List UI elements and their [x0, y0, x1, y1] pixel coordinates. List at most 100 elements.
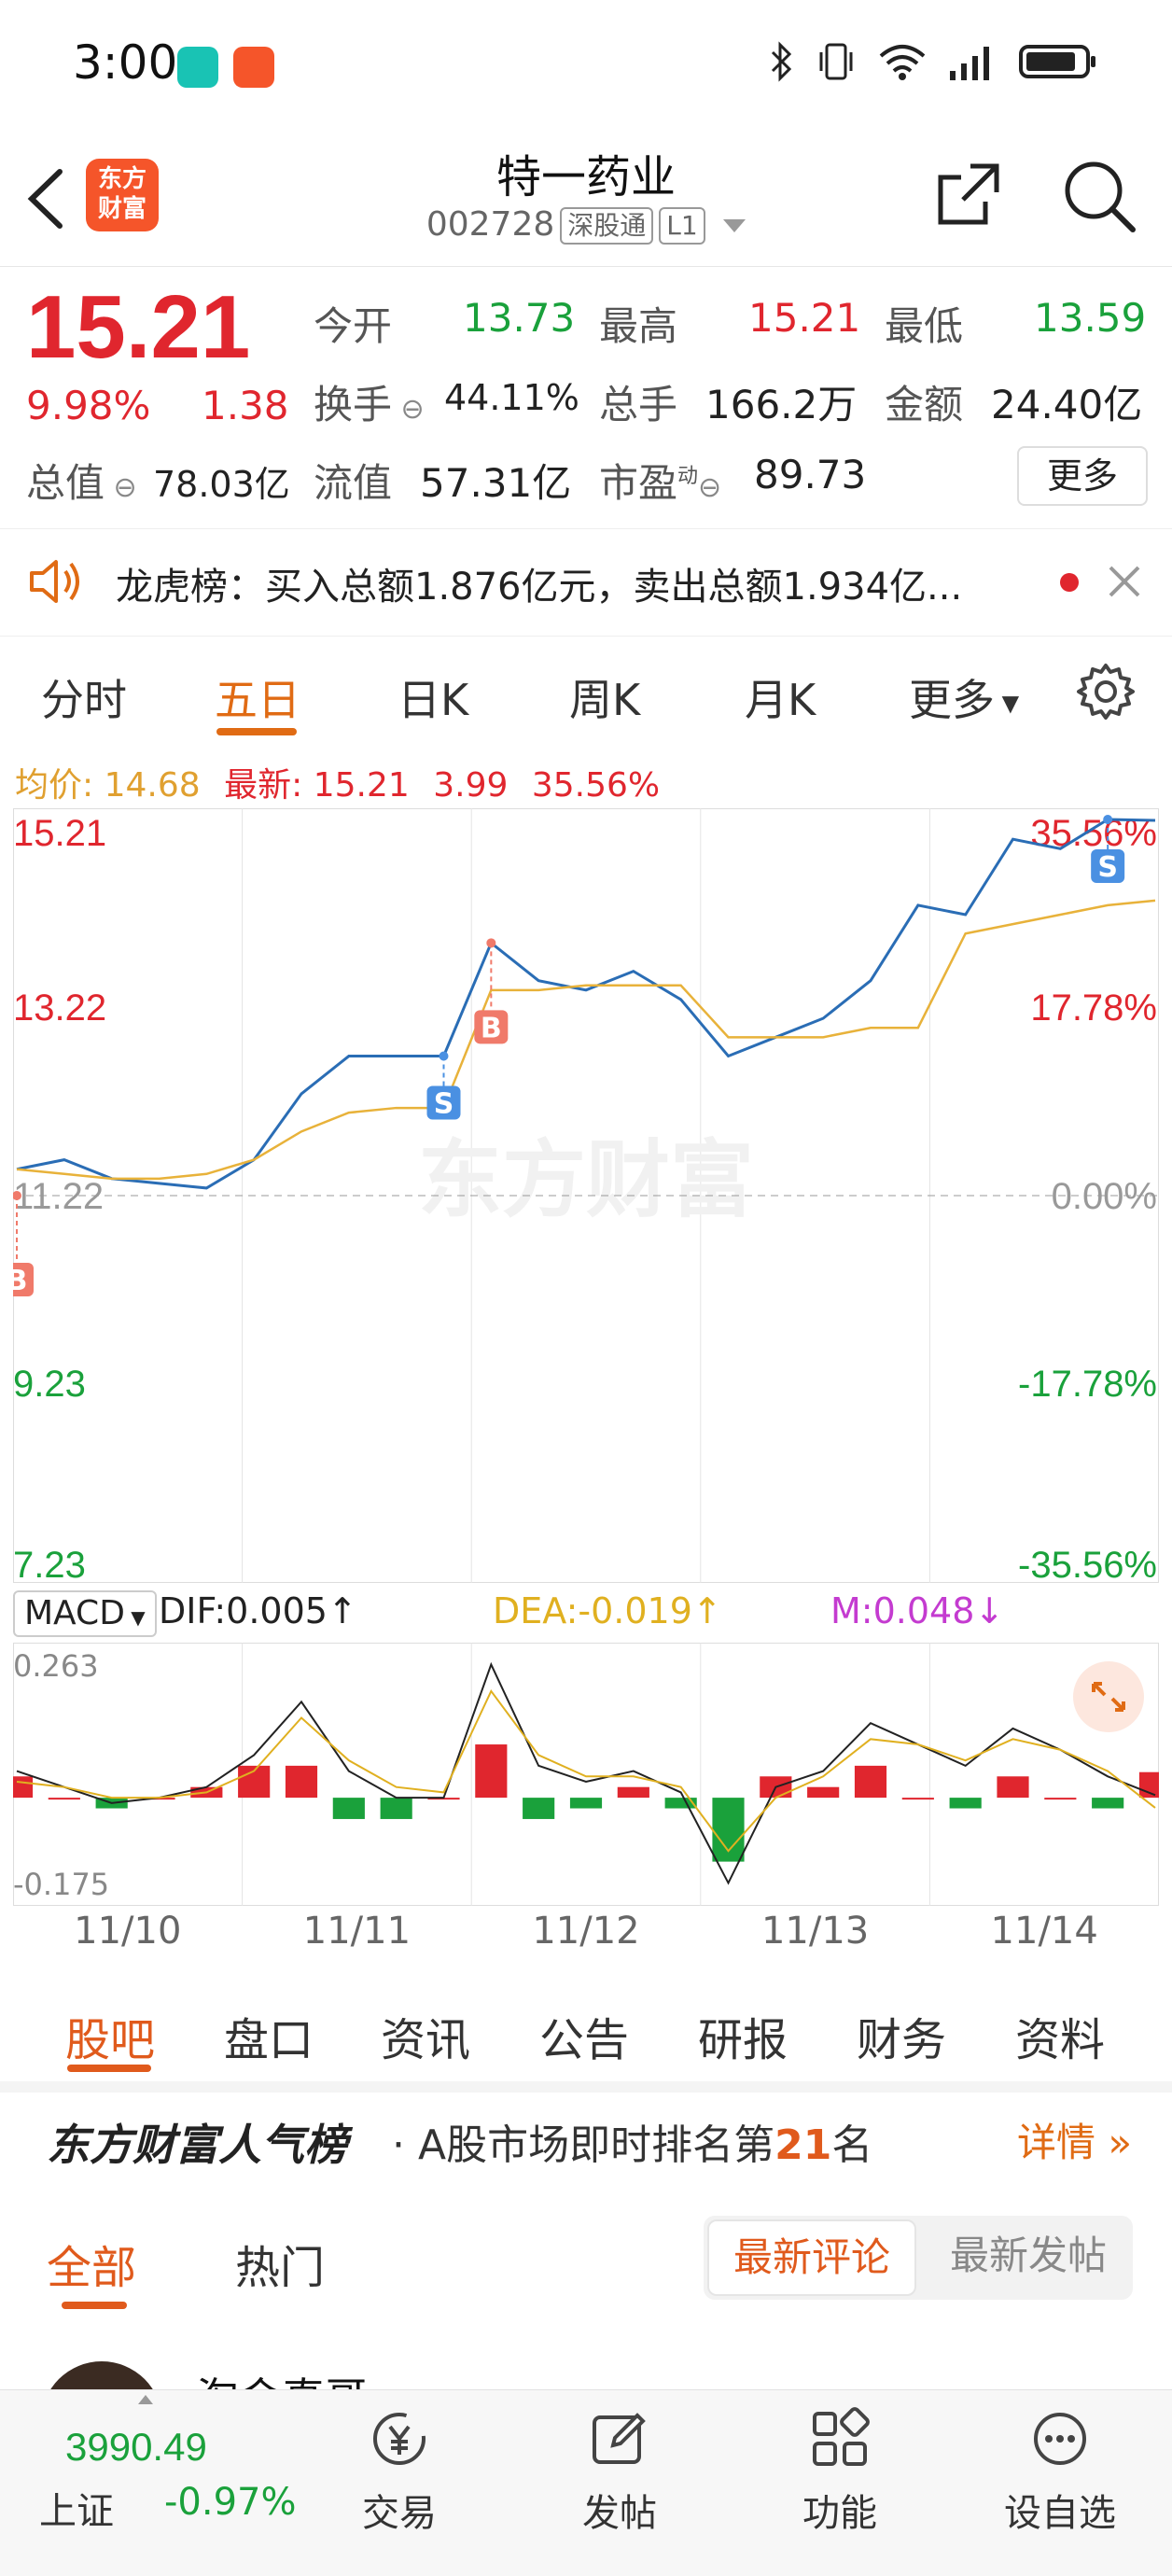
- stock-code: 002728: [426, 205, 555, 244]
- sort-latest-comment[interactable]: 最新评论: [707, 2219, 916, 2296]
- nav-trade-label: 交易: [362, 2492, 437, 2535]
- search-icon[interactable]: [1060, 157, 1138, 235]
- index-name[interactable]: 上证: [39, 2481, 114, 2535]
- nav-trade[interactable]: 交易: [325, 2406, 474, 2537]
- macd-chart[interactable]: 0.263 -0.175: [13, 1643, 1159, 1906]
- turnover-label[interactable]: 换手 ⊖: [314, 373, 425, 430]
- settings-gear-icon[interactable]: [1075, 661, 1137, 722]
- dea-value: DEA:-0.019↑: [493, 1590, 722, 1631]
- macd-bar: [523, 1798, 555, 1819]
- open-label: 今开: [314, 303, 393, 349]
- amount-value: 24.40亿: [991, 382, 1143, 427]
- dropdown-triangle-icon[interactable]: [723, 219, 746, 232]
- popularity-rank-text: · A股市场即时排名第21名: [392, 2121, 873, 2169]
- tab-news[interactable]: 资讯: [381, 2003, 470, 2068]
- y-tick-label: 13.22: [13, 987, 106, 1029]
- macd-dea-line: [16, 1689, 1156, 1853]
- watermark: 东方财富: [418, 1131, 754, 1229]
- grid-icon: [813, 2407, 870, 2466]
- rank-detail-link[interactable]: 详情 »: [1017, 2111, 1132, 2168]
- expand-icon: [1092, 1682, 1125, 1712]
- current-price: 15.21: [26, 277, 251, 377]
- y-tick-label: 11.22: [13, 1176, 104, 1217]
- tab-daily-k[interactable]: 日K: [398, 666, 468, 728]
- x-tick-label: 11/11: [302, 1910, 412, 1953]
- mktcap-label[interactable]: 总值 ⊖: [26, 452, 137, 509]
- y-tick-pct-label: -17.78%: [1018, 1364, 1157, 1405]
- level-tag[interactable]: L1: [659, 207, 705, 245]
- x-tick-label: 11/13: [760, 1910, 870, 1953]
- macd-dif-line: [16, 1661, 1156, 1885]
- tab-more[interactable]: 更多 ▼: [909, 666, 1019, 728]
- tab-finance[interactable]: 财务: [857, 2003, 946, 2068]
- marker-label: S: [434, 1088, 454, 1121]
- pe-label[interactable]: 市盈动⊖: [599, 452, 721, 509]
- feed-tab-all[interactable]: 全部: [47, 2231, 136, 2296]
- tab-intraday[interactable]: 分时: [41, 666, 127, 728]
- notice-text[interactable]: 龙虎榜：买入总额1.876亿元，卖出总额1.934亿...: [116, 556, 962, 610]
- expand-button[interactable]: [1073, 1661, 1144, 1732]
- nav-add-watchlist[interactable]: 设自选: [985, 2406, 1135, 2537]
- bluetooth-icon: [771, 41, 792, 82]
- amount-label: 金额: [885, 382, 964, 427]
- macd-bar: [48, 1798, 80, 1800]
- y-tick-pct-label: 17.78%: [1030, 987, 1157, 1029]
- latest-label: 最新:: [224, 766, 303, 805]
- tab-order-book[interactable]: 盘口: [224, 2003, 314, 2068]
- battery-icon: [1019, 45, 1095, 78]
- macd-bar: [1044, 1798, 1077, 1800]
- pe-value: 89.73: [754, 452, 867, 497]
- nav-functions-label: 功能: [802, 2492, 877, 2535]
- volume-label: 总手: [599, 382, 678, 427]
- yen-circle-icon: [373, 2413, 426, 2465]
- m-value: M:0.048↓: [830, 1590, 1005, 1631]
- marker-label: S: [1097, 851, 1118, 884]
- macd-bar: [617, 1786, 649, 1799]
- tab-monthly-k[interactable]: 月K: [745, 666, 816, 728]
- y-tick-label: 9.23: [13, 1364, 86, 1405]
- tab-five-day[interactable]: 五日: [215, 666, 300, 728]
- more-button[interactable]: 更多: [1017, 446, 1148, 506]
- macd-max-label: 0.263: [13, 1648, 99, 1684]
- close-icon[interactable]: [1107, 564, 1142, 599]
- eastmoney-app-icon: [233, 47, 274, 88]
- hk-connect-tag: 深股通: [560, 207, 654, 245]
- active-bottom-tab-underline: [67, 2065, 151, 2072]
- sort-latest-post[interactable]: 最新发帖: [926, 2219, 1131, 2296]
- tab-weekly-k[interactable]: 周K: [569, 666, 640, 728]
- edit-icon: [593, 2413, 646, 2464]
- chart-legend: 均价: 14.68 最新: 15.21 3.99 35.56%: [15, 758, 660, 806]
- unread-dot: [1060, 573, 1079, 592]
- index-change[interactable]: -0.97%: [164, 2481, 297, 2524]
- high-label: 最高: [599, 303, 678, 349]
- status-icons: [769, 39, 1097, 84]
- index-value[interactable]: 3990.49: [65, 2425, 207, 2470]
- tab-research[interactable]: 研报: [698, 2003, 788, 2068]
- index-expand-icon[interactable]: [138, 2395, 153, 2404]
- tab-guba[interactable]: 股吧: [65, 2003, 155, 2068]
- y-tick-label: 7.23: [13, 1545, 86, 1583]
- nav-functions[interactable]: 功能: [765, 2406, 914, 2537]
- float-label: 流值: [314, 460, 393, 506]
- macd-bar: [380, 1798, 412, 1819]
- vibrate-icon: [819, 43, 853, 80]
- tab-announcements[interactable]: 公告: [539, 2003, 629, 2068]
- high-value: 15.21: [748, 295, 861, 341]
- open-value: 13.73: [463, 295, 576, 341]
- feed-tab-hot[interactable]: 热门: [235, 2231, 325, 2296]
- low-value: 13.59: [1034, 295, 1147, 341]
- marker-dot: [439, 1051, 449, 1061]
- nav-post[interactable]: 发帖: [545, 2406, 694, 2537]
- latest-change: 3.99: [433, 766, 509, 805]
- marker-dot: [486, 938, 496, 948]
- change-percent: 9.98%: [26, 383, 151, 428]
- share-icon[interactable]: [933, 159, 1004, 230]
- y-tick-pct-label: 0.00%: [1052, 1176, 1157, 1217]
- mktcap-value: 78.03亿: [153, 464, 290, 505]
- macd-bar: [285, 1765, 318, 1799]
- price-chart[interactable]: 东方财富15.21 35.56%13.22 17.78%11.22 0.00%9.23…: [13, 808, 1159, 1583]
- indicator-select[interactable]: MACD ▼: [13, 1590, 157, 1637]
- tab-profile[interactable]: 资料: [1015, 2003, 1105, 2068]
- macd-bar: [13, 1776, 34, 1799]
- popularity-rank-title: 东方财富人气榜: [47, 2120, 347, 2170]
